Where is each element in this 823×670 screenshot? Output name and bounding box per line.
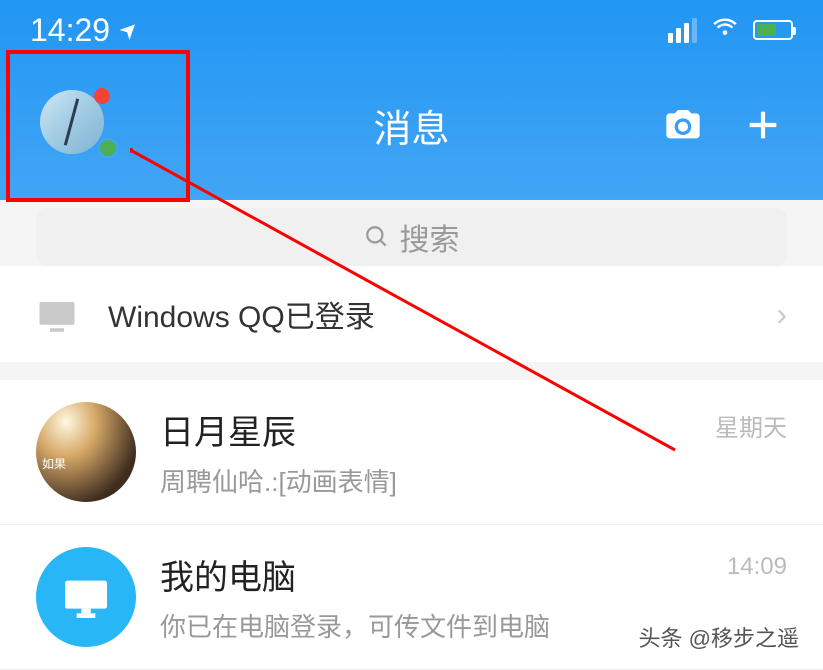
status-bar: 14:29 ➤ xyxy=(0,0,823,60)
camera-icon[interactable] xyxy=(663,105,703,145)
notification-dot xyxy=(94,88,110,104)
chat-item[interactable]: 日月星辰 周聘仙哈.:[动画表情] 星期天 xyxy=(0,380,823,525)
profile-avatar[interactable] xyxy=(40,90,110,160)
chat-time: 星期天 xyxy=(715,408,787,443)
online-status-dot xyxy=(98,138,118,158)
battery-icon xyxy=(753,20,793,40)
pc-login-notice[interactable]: Windows QQ已登录 › xyxy=(0,266,823,380)
search-placeholder: 搜索 xyxy=(400,215,460,259)
login-notice-text: Windows QQ已登录 xyxy=(108,292,746,336)
signal-icon xyxy=(668,18,697,43)
chat-preview: 你已在电脑登录，可传文件到电脑 xyxy=(160,607,703,644)
location-icon: ➤ xyxy=(114,14,145,45)
chat-preview: 周聘仙哈.:[动画表情] xyxy=(160,462,691,499)
search-input[interactable]: 搜索 xyxy=(36,208,787,266)
chat-name: 我的电脑 xyxy=(160,550,703,599)
chat-name: 日月星辰 xyxy=(160,405,691,454)
chat-avatar xyxy=(36,547,136,647)
monitor-icon xyxy=(36,295,78,333)
chevron-right-icon: › xyxy=(776,296,787,333)
chat-avatar xyxy=(36,402,136,502)
wifi-icon xyxy=(711,14,739,47)
chat-time: 14:09 xyxy=(727,553,787,581)
plus-icon[interactable] xyxy=(743,105,783,145)
watermark: 头条 @移步之遥 xyxy=(639,621,799,653)
page-title: 消息 xyxy=(373,98,449,153)
status-time: 14:29 xyxy=(30,12,110,49)
